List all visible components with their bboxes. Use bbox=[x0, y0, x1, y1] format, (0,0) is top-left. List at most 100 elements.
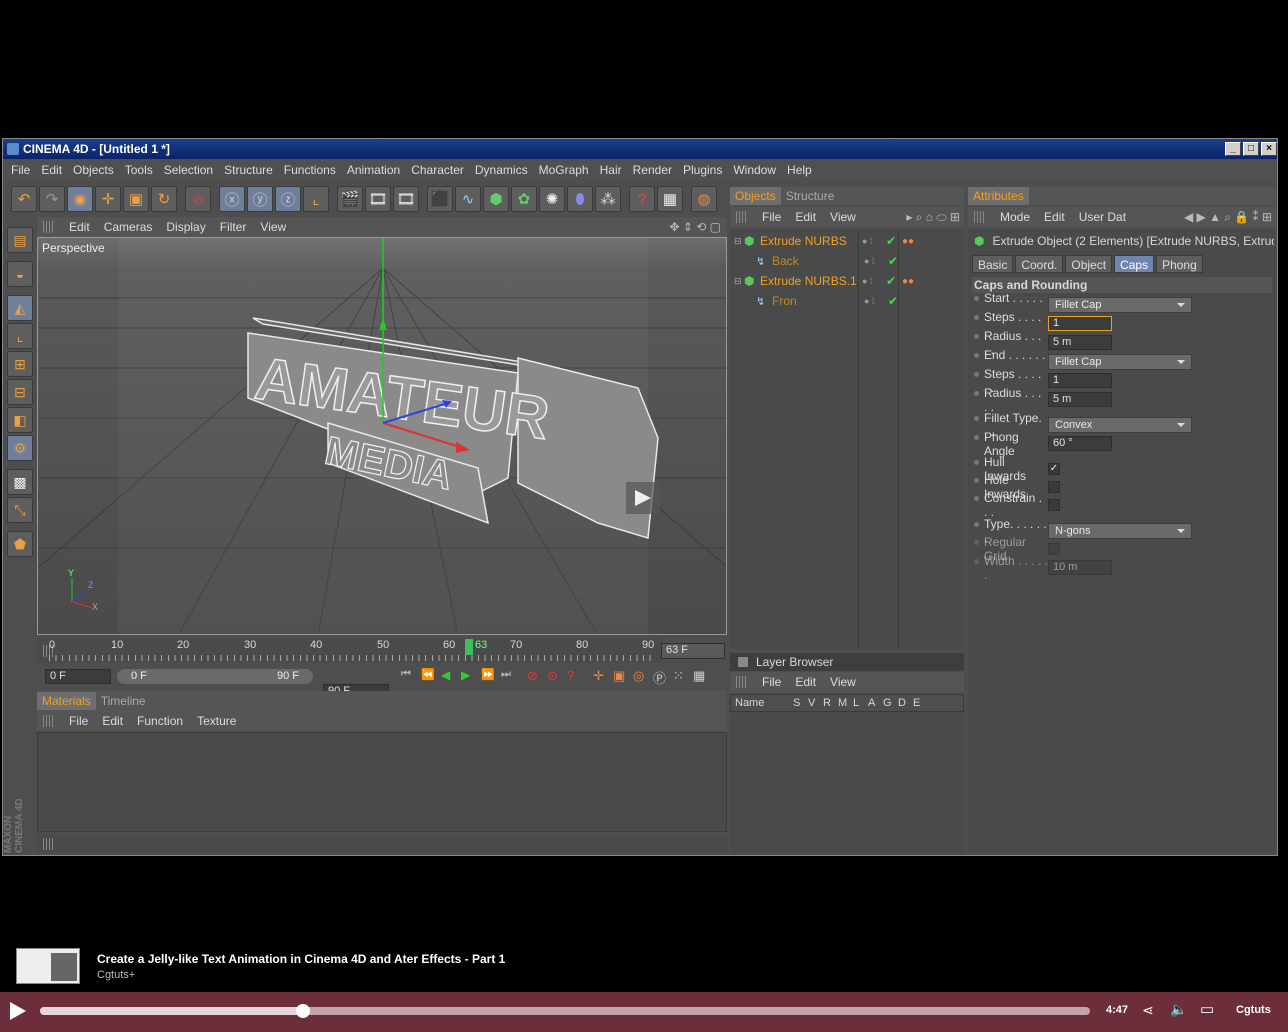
keyframe-help-icon[interactable]: ? bbox=[567, 668, 585, 686]
playhead-marker[interactable] bbox=[465, 639, 473, 655]
timeline-ruler[interactable]: 0 10 20 30 40 50 60 63 70 80 90 bbox=[37, 639, 662, 663]
objects-menu-edit[interactable]: Edit bbox=[795, 210, 816, 224]
menu-hair[interactable]: Hair bbox=[600, 163, 622, 177]
previous-frame-icon[interactable]: ⏪ bbox=[421, 668, 439, 686]
menu-functions[interactable]: Functions bbox=[284, 163, 336, 177]
column-v[interactable]: V bbox=[808, 697, 823, 709]
tree-item-extrude-nurbs-1[interactable]: ⊟ ⬢ Extrude NURBS.1 ● ⁞ ✔ ●● bbox=[730, 271, 964, 291]
column-s[interactable]: S bbox=[793, 697, 808, 709]
light-icon[interactable]: ⁂ bbox=[595, 186, 621, 212]
key-scale-icon[interactable]: ▣ bbox=[613, 668, 631, 686]
subtab-basic[interactable]: Basic bbox=[972, 255, 1014, 273]
constrain-checkbox[interactable] bbox=[1048, 498, 1060, 511]
menu-edit[interactable]: Edit bbox=[41, 163, 62, 177]
move-icon[interactable]: ✛ bbox=[95, 186, 121, 212]
key-parameter-icon[interactable]: Ⓟ bbox=[653, 668, 671, 686]
visibility-dots[interactable]: ● ⁞ bbox=[864, 296, 888, 306]
video-channel[interactable]: Cgtuts+ bbox=[97, 969, 135, 981]
viewport-menu-cameras[interactable]: Cameras bbox=[104, 220, 153, 234]
subtab-caps[interactable]: Caps bbox=[1114, 255, 1155, 273]
radius-end-input[interactable]: 5 m bbox=[1048, 392, 1112, 407]
render-picture-icon[interactable]: 🎞 bbox=[365, 186, 391, 212]
tree-item-extrude-nurbs[interactable]: ⊟ ⬢ Extrude NURBS ● ⁞ ✔ ●● bbox=[730, 231, 964, 251]
materials-menu-file[interactable]: File bbox=[69, 714, 88, 728]
menu-window[interactable]: Window bbox=[733, 163, 776, 177]
help-icon[interactable]: ? bbox=[629, 186, 655, 212]
perspective-viewport[interactable]: Perspective AMATEUR MEDIA Y X Z bbox=[37, 237, 727, 635]
attributes-nav-icons[interactable]: ◀ ▶ ▲ ⌕ 🔒 ⁑ ⊞ bbox=[1184, 210, 1272, 225]
fillet-type-dropdown[interactable]: Convex bbox=[1048, 416, 1192, 433]
radius-start-input[interactable]: 5 m bbox=[1048, 335, 1112, 350]
object-name[interactable]: Back bbox=[772, 254, 860, 268]
share-icon[interactable]: ⋖ bbox=[1142, 1002, 1154, 1019]
hull-inwards-checkbox[interactable]: ✓ bbox=[1048, 462, 1060, 475]
edges-icon[interactable]: ⊟ bbox=[7, 379, 33, 405]
visibility-dots[interactable]: ● ⁞ bbox=[862, 236, 886, 246]
menu-dynamics[interactable]: Dynamics bbox=[475, 163, 528, 177]
live-selection-icon[interactable]: ◉ bbox=[67, 186, 93, 212]
play-icon[interactable] bbox=[10, 1002, 26, 1020]
menu-tools[interactable]: Tools bbox=[125, 163, 153, 177]
key-position-icon[interactable]: ✛ bbox=[593, 668, 611, 686]
column-a[interactable]: A bbox=[868, 697, 883, 709]
object-name[interactable]: Extrude NURBS bbox=[760, 234, 858, 248]
model-tool-icon[interactable]: ⊘ bbox=[185, 186, 211, 212]
materials-menu-edit[interactable]: Edit bbox=[102, 714, 123, 728]
play-forward-icon[interactable]: ▶ bbox=[461, 668, 479, 686]
tag-icon[interactable]: ●● bbox=[902, 276, 914, 287]
viewport-menu-view[interactable]: View bbox=[260, 220, 286, 234]
animation-mode-icon[interactable]: ⚙ bbox=[7, 435, 33, 461]
viewport-menu-filter[interactable]: Filter bbox=[220, 220, 247, 234]
start-frame-field[interactable]: 0 F bbox=[45, 669, 111, 684]
attributes-menu-userdata[interactable]: User Dat bbox=[1079, 210, 1126, 224]
regular-grid-checkbox[interactable] bbox=[1048, 542, 1060, 555]
column-name[interactable]: Name bbox=[731, 697, 793, 709]
maximize-button[interactable]: □ bbox=[1243, 142, 1259, 156]
go-to-start-icon[interactable]: ⏮ bbox=[401, 668, 419, 686]
column-r[interactable]: R bbox=[823, 697, 838, 709]
record-icon[interactable]: ⊘ bbox=[527, 668, 545, 686]
subtab-phong[interactable]: Phong bbox=[1156, 255, 1203, 273]
expand-icon[interactable]: ⊟ bbox=[734, 236, 744, 247]
enabled-check-icon[interactable]: ✔ bbox=[888, 254, 904, 268]
x-axis-icon[interactable]: ⓧ bbox=[219, 186, 245, 212]
objects-search-icons[interactable]: ▸ ⌕ ⌂ ⬭ ⊞ bbox=[906, 210, 960, 225]
menu-objects[interactable]: Objects bbox=[73, 163, 114, 177]
progress-knob[interactable] bbox=[295, 1004, 310, 1018]
tab-attributes[interactable]: Attributes bbox=[968, 187, 1029, 205]
column-d[interactable]: D bbox=[898, 697, 913, 709]
grip-handle[interactable] bbox=[736, 676, 748, 688]
spline-icon[interactable]: ∿ bbox=[455, 186, 481, 212]
column-m[interactable]: M bbox=[838, 697, 853, 709]
deformer-icon[interactable]: ✺ bbox=[539, 186, 565, 212]
video-title[interactable]: Create a Jelly-like Text Animation in Ci… bbox=[97, 952, 505, 966]
menu-file[interactable]: File bbox=[11, 163, 30, 177]
visibility-dots[interactable]: ● ⁞ bbox=[862, 276, 886, 286]
tweak-icon[interactable]: ⤡ bbox=[7, 497, 33, 523]
menu-render[interactable]: Render bbox=[633, 163, 672, 177]
array-icon[interactable]: ✿ bbox=[511, 186, 537, 212]
redo-icon[interactable]: ↷ bbox=[39, 186, 65, 212]
end-dropdown[interactable]: Fillet Cap bbox=[1048, 353, 1192, 370]
menu-plugins[interactable]: Plugins bbox=[683, 163, 722, 177]
viewport-menu-edit[interactable]: Edit bbox=[69, 220, 90, 234]
viewport-menu-display[interactable]: Display bbox=[166, 220, 205, 234]
enabled-check-icon[interactable]: ✔ bbox=[888, 294, 904, 308]
close-button[interactable]: × bbox=[1261, 142, 1277, 156]
layers-list[interactable] bbox=[730, 713, 964, 853]
menu-mograph[interactable]: MoGraph bbox=[539, 163, 589, 177]
key-pla-icon[interactable]: ⁙ bbox=[673, 668, 691, 686]
go-to-end-icon[interactable]: ⏭ bbox=[501, 668, 519, 686]
layers-menu-file[interactable]: File bbox=[762, 675, 781, 689]
coordinate-system-icon[interactable]: ⌞ bbox=[303, 186, 329, 212]
phong-angle-input[interactable]: 60 ° bbox=[1048, 436, 1112, 451]
frame-range-slider[interactable]: 0 F 90 F bbox=[117, 669, 313, 684]
grip-handle[interactable] bbox=[43, 221, 55, 233]
menu-character[interactable]: Character bbox=[411, 163, 464, 177]
undo-icon[interactable]: ↶ bbox=[11, 186, 37, 212]
layers-menu-edit[interactable]: Edit bbox=[795, 675, 816, 689]
z-axis-icon[interactable]: ⓩ bbox=[275, 186, 301, 212]
menu-animation[interactable]: Animation bbox=[347, 163, 400, 177]
use-axis-icon[interactable]: ⌞ bbox=[7, 323, 33, 349]
width-input[interactable]: 10 m bbox=[1048, 560, 1112, 575]
